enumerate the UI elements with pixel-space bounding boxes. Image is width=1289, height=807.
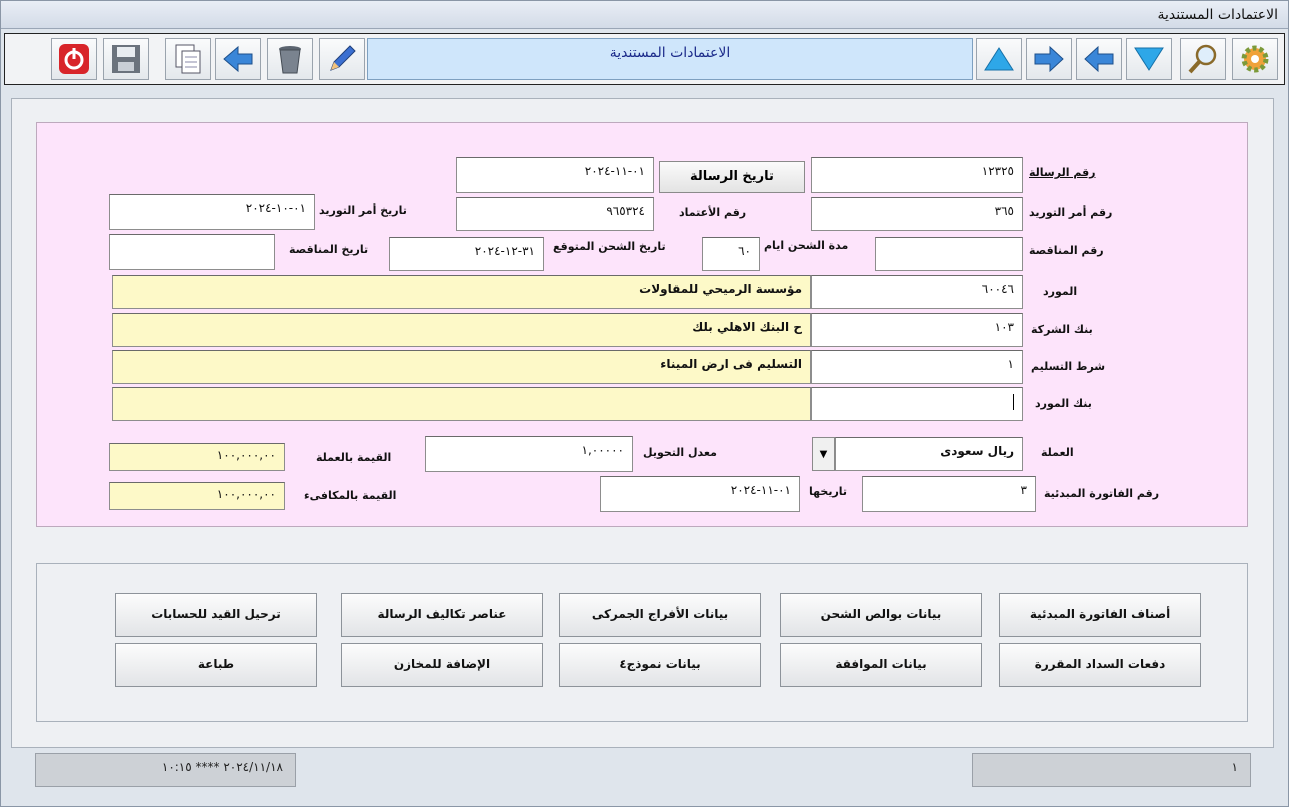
search-icon [1188,44,1217,74]
currency-label: العملة [1041,446,1074,459]
search-button[interactable] [1180,38,1226,80]
chevron-down-icon: ▼ [819,449,828,460]
supplier-code-input[interactable]: ٦٠٠٤٦ [811,275,1023,309]
po-no-label: رقم أمر التوريد [1029,206,1113,219]
status-record-number: ١ [972,753,1251,787]
copy-icon [175,44,201,74]
app-window: الاعتمادات المستندية الاعتمادات المستندي… [0,0,1289,807]
message-no-label: رقم الرسالة [1029,166,1096,179]
power-icon [59,44,89,74]
supplier-bank-label: بنك المورد [1035,397,1092,410]
supplier-name-field: مؤسسة الرميحي للمقاولات [112,275,811,309]
value-currency-field: ١٠٠,٠٠٠,٠٠ [109,443,285,471]
proforma-date-input[interactable]: ٠١-١١-٢٠٢٤ [600,476,800,512]
delivery-term-code-input[interactable]: ١ [811,350,1023,384]
trash-icon [279,46,301,74]
text-caret [1013,394,1014,410]
last-record-button[interactable] [1126,38,1172,80]
tender-date-label: تاريخ المناقصة [289,243,369,256]
message-date-button[interactable]: تاريخ الرسالة [659,161,805,193]
edit-button[interactable] [319,38,365,80]
proforma-no-label: رقم الفاتورة المبدئية [1044,487,1160,500]
tender-no-input[interactable] [875,237,1023,271]
exchange-rate-input[interactable]: ١,٠٠٠٠٠ [425,436,633,472]
value-equivalent-field: ١٠٠,٠٠٠,٠٠ [109,482,285,510]
copy-button[interactable] [165,38,211,80]
currency-select[interactable]: ريال سعودى [835,437,1023,471]
currency-dropdown-button[interactable]: ▼ [812,437,835,471]
toolbar-title: الاعتمادات المستندية [367,38,973,80]
print-button[interactable]: طباعة [115,643,317,687]
next-record-button[interactable] [1026,38,1072,80]
form4-data-button[interactable]: بيانات نموذج٤ [559,643,761,687]
return-button[interactable] [215,38,261,80]
supplier-bank-code-input[interactable] [811,387,1023,421]
tender-no-label: رقم المناقصة [1029,244,1104,257]
window-title: الاعتمادات المستندية [1157,7,1278,23]
message-date-input[interactable]: ٠١-١١-٢٠٢٤ [456,157,654,193]
expected-ship-date-label: تاريخ الشحن المتوقع [553,240,666,253]
shipment-costs-button[interactable]: عناصر تكاليف الرسالة [341,593,543,637]
expected-ship-date-input[interactable]: ٣١-١٢-٢٠٢٤ [389,237,544,271]
approval-data-button[interactable]: بيانات الموافقة [780,643,982,687]
po-date-label: تاريخ أمر التوريد [319,204,407,217]
supplier-label: المورد [1043,285,1078,298]
toolbar: الاعتمادات المستندية [4,33,1285,85]
proforma-items-button[interactable]: أصناف الفاتورة المبدئية [999,593,1201,637]
shipping-days-input[interactable]: ٦٠ [702,237,760,271]
post-to-accounts-button[interactable]: ترحيل القيد للحسابات [115,593,317,637]
po-date-input[interactable]: ٠١-١٠-٢٠٢٤ [109,194,315,230]
tender-date-input[interactable] [109,234,275,270]
status-datetime: ٢٠٢٤/١١/١٨ **** ١٠:١٥ [35,753,296,787]
supplier-bank-name-field [112,387,811,421]
next-arrow-icon [1034,45,1064,73]
approval-no-input[interactable]: ٩٦٥٣٢٤ [456,197,654,231]
return-icon [223,45,253,73]
previous-record-button[interactable] [1076,38,1122,80]
proforma-no-input[interactable]: ٣ [862,476,1036,512]
pencil-icon [330,45,356,71]
customs-release-button[interactable]: بيانات الأفراج الجمركى [559,593,761,637]
shipping-days-label: مدة الشحن ايام [764,239,849,252]
up-triangle-icon [984,47,1014,71]
value-currency-label: القيمة بالعملة [316,451,392,464]
delivery-term-name-field: التسليم فى ارض الميناء [112,350,811,384]
value-equivalent-label: القيمة بالمكافىء [304,489,397,502]
delete-button[interactable] [267,38,313,80]
company-bank-name-field: ح البنك الاهلي بلك [112,313,811,347]
gear-icon [1241,45,1269,73]
message-no-input[interactable]: ١٢٣٢٥ [811,157,1023,193]
power-button[interactable] [51,38,97,80]
title-bar: الاعتمادات المستندية [1,1,1288,29]
delivery-term-label: شرط التسليم [1031,360,1106,373]
company-bank-code-input[interactable]: ١٠٣ [811,313,1023,347]
company-bank-label: بنك الشركة [1031,323,1093,336]
save-icon [112,45,140,73]
po-no-input[interactable]: ٣٦٥ [811,197,1023,231]
approval-no-label: رقم الأعتماد [679,206,747,219]
first-record-button[interactable] [976,38,1022,80]
bills-of-lading-button[interactable]: بيانات بوالص الشحن [780,593,982,637]
down-triangle-icon [1134,47,1164,71]
prev-arrow-icon [1084,45,1114,73]
proforma-date-label: تاريخها [809,485,848,498]
settings-button[interactable] [1232,38,1278,80]
exchange-rate-label: معدل التحويل [643,446,717,459]
add-to-stores-button[interactable]: الإضافة للمخازن [341,643,543,687]
scheduled-payments-button[interactable]: دفعات السداد المقررة [999,643,1201,687]
save-button[interactable] [103,38,149,80]
